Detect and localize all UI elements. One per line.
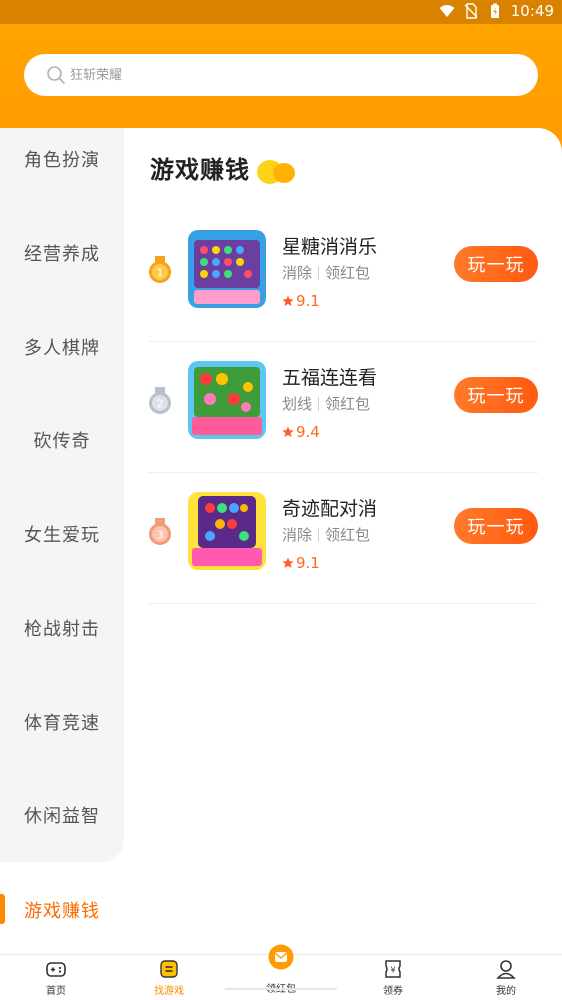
sidebar-item-shooter[interactable]: 枪战射击 <box>0 608 124 648</box>
nav-red-envelope[interactable]: 领红包 <box>225 944 337 1000</box>
game-tag: 消除 <box>282 264 313 282</box>
sidebar-item-label: 多人棋牌 <box>24 338 100 359</box>
red-envelope-icon <box>268 944 294 970</box>
game-tags: 消除 领红包 <box>282 524 370 545</box>
search-icon <box>47 66 65 84</box>
game-rating: 9.1 <box>282 554 320 572</box>
sidebar-item-management[interactable]: 经营养成 <box>0 233 124 273</box>
game-tags: 消除 领红包 <box>282 262 370 283</box>
gamepad-icon <box>46 962 66 977</box>
game-tag: 消除 <box>282 526 313 544</box>
wifi-icon <box>439 5 455 17</box>
nav-label: 找游戏 <box>154 986 184 997</box>
section-title: 游戏赚钱 <box>150 156 250 184</box>
profile-icon <box>496 960 516 979</box>
rank-medal-icon: 1 <box>149 256 171 283</box>
active-indicator <box>0 894 5 924</box>
nav-find-game[interactable]: 找游戏 <box>139 958 199 1000</box>
game-row[interactable]: 1 星糖消消乐 消除 领红包 9.1 玩一玩 <box>148 212 538 342</box>
nav-underline <box>225 988 337 990</box>
game-tags: 划线 领红包 <box>282 393 370 414</box>
sidebar-item-casual-puzzle[interactable]: 休闲益智 <box>0 795 124 835</box>
play-button[interactable]: 玩一玩 <box>454 508 538 544</box>
battery-icon <box>490 3 499 18</box>
no-sim-icon <box>464 3 478 19</box>
sidebar-item-label: 游戏赚钱 <box>24 901 100 922</box>
sidebar-item-label: 经营养成 <box>24 244 100 265</box>
game-name: 奇迹配对消 <box>282 498 378 520</box>
nav-coupon[interactable]: ¥ 领券 <box>363 958 423 1000</box>
nav-label: 领券 <box>383 986 403 997</box>
sidebar-item-label: 砍传奇 <box>33 431 91 452</box>
rating-value: 9.4 <box>296 423 320 441</box>
sidebar-item-label: 枪战射击 <box>24 619 100 640</box>
svg-text:¥: ¥ <box>390 966 395 975</box>
sidebar-item-earn-money[interactable]: 游戏赚钱 <box>0 888 124 932</box>
rank-medal-icon: 3 <box>149 518 171 545</box>
game-rating: 9.1 <box>282 292 320 310</box>
game-thumbnail[interactable] <box>188 492 266 570</box>
nav-profile[interactable]: 我的 <box>476 958 536 1000</box>
star-icon <box>282 426 294 437</box>
game-row[interactable]: 2 五福连连看 划线 领红包 9.4 玩一玩 <box>148 343 538 473</box>
sidebar-item-legend[interactable]: 砍传奇 <box>0 420 124 460</box>
game-row[interactable]: 3 奇迹配对消 消除 领红包 9.1 玩一玩 <box>148 474 538 604</box>
tag-divider <box>318 265 320 280</box>
status-time: 10:49 <box>510 2 554 20</box>
title-decoration-icon <box>257 160 295 184</box>
sidebar-item-board-games[interactable]: 多人棋牌 <box>0 327 124 367</box>
game-tag: 领红包 <box>325 526 371 544</box>
sidebar-item-label: 角色扮演 <box>24 150 100 171</box>
nav-label: 首页 <box>46 986 66 997</box>
game-tag: 领红包 <box>325 264 371 282</box>
play-button[interactable]: 玩一玩 <box>454 246 538 282</box>
coupon-icon: ¥ <box>385 960 401 978</box>
game-tag: 领红包 <box>325 395 371 413</box>
play-button[interactable]: 玩一玩 <box>454 377 538 413</box>
sidebar-item-girls[interactable]: 女生爱玩 <box>0 514 124 554</box>
sidebar-item-sports-racing[interactable]: 体育竞速 <box>0 702 124 742</box>
game-tag: 划线 <box>282 395 313 413</box>
sidebar-item-role-play[interactable]: 角色扮演 <box>0 139 124 179</box>
sidebar-item-label: 体育竞速 <box>24 713 100 734</box>
tag-divider <box>318 527 320 542</box>
game-thumbnail[interactable] <box>188 230 266 308</box>
game-rating: 9.4 <box>282 423 320 441</box>
find-game-icon <box>160 960 178 978</box>
nav-home[interactable]: 首页 <box>26 958 86 1000</box>
game-thumbnail[interactable] <box>188 361 266 439</box>
rating-value: 9.1 <box>296 554 320 572</box>
sidebar-item-label: 休闲益智 <box>24 806 100 827</box>
game-name: 星糖消消乐 <box>282 236 378 258</box>
search-bar[interactable] <box>24 54 538 96</box>
rank-number: 1 <box>157 267 164 280</box>
rank-number: 3 <box>157 529 164 542</box>
star-icon <box>282 557 294 568</box>
search-input[interactable] <box>70 67 470 83</box>
rank-number: 2 <box>157 398 164 411</box>
star-icon <box>282 295 294 306</box>
sidebar-item-label: 女生爱玩 <box>24 525 100 546</box>
rating-value: 9.1 <box>296 292 320 310</box>
tag-divider <box>318 396 320 411</box>
game-name: 五福连连看 <box>282 367 378 389</box>
nav-label: 我的 <box>496 986 516 997</box>
rank-medal-icon: 2 <box>149 387 171 414</box>
status-bar: 10:49 <box>0 0 562 24</box>
